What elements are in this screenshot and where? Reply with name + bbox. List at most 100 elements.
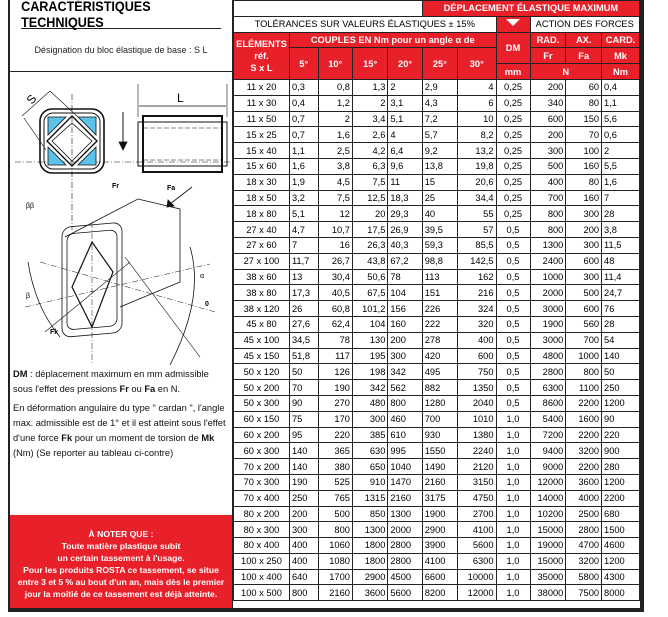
fa-value: 1000 xyxy=(565,347,603,365)
dm-value: 1,0 xyxy=(495,505,531,523)
torque-25: 9,2 xyxy=(421,142,459,159)
torque-5: 140 xyxy=(288,442,319,460)
torque-10: 1060 xyxy=(317,537,353,554)
torque-25: 1490 xyxy=(421,458,459,475)
element-ref: 18 x 30 xyxy=(233,173,290,191)
fk-term: Fk xyxy=(61,433,73,443)
table-row: 100 x 250 400 1080 1800 2800 4100 6300 1,0 15000… xyxy=(233,552,640,570)
mk-value: 250 xyxy=(601,379,640,396)
fr-value: 12000 xyxy=(529,473,567,491)
technical-sheet: CARACTÉRISTIQUES TECHNIQUES Désignation … xyxy=(8,0,644,612)
torque-30: 1010 xyxy=(457,410,497,428)
fa-value: 700 xyxy=(565,331,603,349)
element-ref: 80 x 300 xyxy=(233,521,290,539)
element-ref: 60 x 150 xyxy=(233,410,290,428)
torque-20: 5600 xyxy=(387,584,423,602)
mk-value: 4600 xyxy=(601,537,640,554)
deplacement-header: DÉPLACEMENT ÉLASTIQUE MAXIMUM xyxy=(421,0,641,17)
dm-value: 0,5 xyxy=(495,268,531,286)
torque-5: 4,7 xyxy=(288,221,319,238)
torque-5: 7 xyxy=(288,236,319,254)
torque-10: 190 xyxy=(317,379,353,396)
torque-10: 2,5 xyxy=(317,142,353,159)
torque-25: 8200 xyxy=(421,584,459,602)
fa-value: 2200 xyxy=(565,458,603,475)
warning-line: jour la moitié de ce tassement est déjà … xyxy=(24,589,218,599)
mk-value: 48 xyxy=(601,252,640,270)
element-ref: 50 x 300 xyxy=(233,394,290,412)
fa-value: 7500 xyxy=(565,584,603,602)
torque-20: 1470 xyxy=(387,473,423,491)
fa-value: 60 xyxy=(565,78,603,96)
table-row: 38 x 80 17,3 40,5 67,5 104 151 216 0,5 2000 500 24… xyxy=(233,284,640,302)
torque-5: 140 xyxy=(288,458,319,475)
torque-25: 3900 xyxy=(421,537,459,554)
torque-20: 3,1 xyxy=(387,94,423,112)
dm-value: 1,0 xyxy=(495,584,531,602)
torque-30: 8,2 xyxy=(457,126,497,144)
torque-25: 222 xyxy=(421,315,459,333)
mk-value: 2 xyxy=(601,142,640,159)
torque-25: 2160 xyxy=(421,473,459,491)
element-ref: 45 x 150 xyxy=(233,347,290,365)
mk-value: 1200 xyxy=(601,552,640,570)
torque-30: 57 xyxy=(457,221,497,238)
torque-30: 4 xyxy=(457,78,497,96)
fa-value: 300 xyxy=(565,268,603,286)
mk-value: 2200 xyxy=(601,489,640,507)
table-row: 50 x 300 90 270 480 800 1280 2040 0,5 8600 2200 12… xyxy=(233,394,640,412)
torque-15: 50,6 xyxy=(351,268,389,286)
dm-value: 0,5 xyxy=(495,347,531,365)
torque-5: 1,1 xyxy=(288,142,319,159)
dm-value: 0,5 xyxy=(495,284,531,302)
fa-value: 300 xyxy=(565,205,603,223)
fa-value: 3200 xyxy=(565,552,603,570)
torque-20: 610 xyxy=(387,426,423,444)
torque-5: 1,9 xyxy=(288,173,319,191)
torque-5: 640 xyxy=(288,568,319,586)
torque-20: 2 xyxy=(387,78,423,96)
mk-value: 220 xyxy=(601,426,640,444)
rad-header: RAD. xyxy=(529,31,567,49)
torque-5: 400 xyxy=(288,552,319,570)
table-row: 11 x 20 0,3 0,8 1,3 2 2,9 4 0,25 200 60 0,4 xyxy=(233,78,640,96)
torque-5: 34,5 xyxy=(288,331,319,349)
torque-30: 6300 xyxy=(457,552,497,570)
torque-10: 380 xyxy=(317,458,353,475)
torque-10: 1700 xyxy=(317,568,353,586)
torque-5: 0,3 xyxy=(288,78,319,96)
fa-value: 70 xyxy=(565,126,603,144)
fr-value: 400 xyxy=(529,173,567,191)
angle-15-header: 15° xyxy=(351,47,389,80)
warning-title: À NOTER QUE : xyxy=(88,529,154,539)
dm-value: 0,5 xyxy=(495,252,531,270)
torque-25: 40 xyxy=(421,205,459,223)
theta-label: 0 xyxy=(205,301,209,308)
fa-value: 80 xyxy=(565,173,603,191)
l-dimension-label: L xyxy=(177,91,184,105)
fr-term: Fr xyxy=(119,384,129,394)
torque-25: 4,3 xyxy=(421,94,459,112)
table-row: 27 x 60 7 16 26,3 40,3 59,3 85,5 0,5 1300 300 11,5 xyxy=(233,236,640,254)
dm-value: 1,0 xyxy=(495,442,531,460)
torque-15: 67,5 xyxy=(351,284,389,302)
table-row: 70 x 200 140 380 650 1040 1490 2120 1,0 9000 2200… xyxy=(233,458,640,475)
mk-value: 8000 xyxy=(601,584,640,602)
torque-20: 1040 xyxy=(387,458,423,475)
torque-10: 170 xyxy=(317,410,353,428)
table-row: 27 x 100 11,7 26,7 43,8 67,2 98,8 142,5 0,5 2400… xyxy=(233,252,640,270)
fr-value: 2400 xyxy=(529,252,567,270)
torque-25: 1550 xyxy=(421,442,459,460)
torque-15: 3,4 xyxy=(351,110,389,128)
torque-15: 2,6 xyxy=(351,126,389,144)
torque-25: 13,8 xyxy=(421,157,459,175)
torque-15: 43,8 xyxy=(351,252,389,270)
torque-30: 2700 xyxy=(457,505,497,523)
fr-value: 1900 xyxy=(529,315,567,333)
element-ref: 11 x 50 xyxy=(233,110,290,128)
element-ref: 70 x 300 xyxy=(233,473,290,491)
header-blank xyxy=(233,0,423,17)
fr-value: 1000 xyxy=(529,268,567,286)
torque-30: 1350 xyxy=(457,379,497,396)
down-arrow-icon xyxy=(495,15,531,33)
